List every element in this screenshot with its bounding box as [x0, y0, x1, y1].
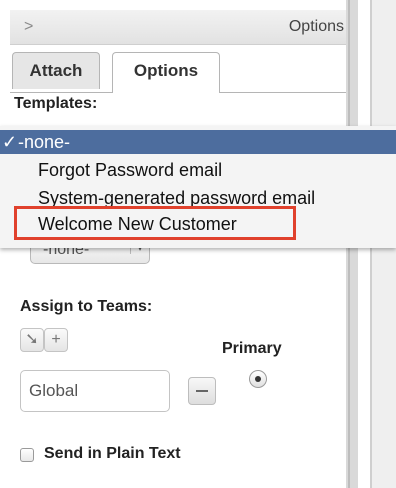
add-team-button[interactable]: +: [44, 328, 68, 352]
option-label: -none-: [18, 132, 71, 152]
tab-options[interactable]: Options: [112, 52, 220, 93]
panel-title: Options: [288, 18, 344, 35]
template-option-none[interactable]: ✓ -none-: [0, 130, 396, 154]
plus-icon: +: [51, 331, 61, 348]
template-option-forgot-password[interactable]: Forgot Password email: [0, 158, 396, 182]
plain-text-checkbox[interactable]: [20, 448, 34, 462]
primary-label: Primary: [222, 340, 282, 357]
templates-label: Templates:: [14, 95, 98, 112]
team-input[interactable]: Global: [20, 370, 170, 412]
cursor-arrow-icon: ➘: [25, 331, 39, 348]
highlight-box: [14, 206, 296, 240]
option-label: Forgot Password email: [38, 160, 223, 180]
select-team-button[interactable]: ➘: [20, 328, 44, 352]
remove-team-button[interactable]: [188, 377, 216, 405]
team-input-value: Global: [29, 381, 79, 400]
chevron-right-icon[interactable]: >: [24, 18, 33, 36]
radio-dot: [255, 376, 261, 382]
primary-radio[interactable]: [249, 370, 267, 388]
assign-teams-label: Assign to Teams:: [20, 298, 153, 315]
check-icon: ✓: [2, 132, 18, 152]
tab-bar: Attach Options: [10, 52, 346, 93]
panel-header: > Options: [10, 10, 346, 45]
tab-attach[interactable]: Attach: [12, 52, 100, 89]
plain-text-label: Send in Plain Text: [44, 445, 181, 462]
minus-icon: [196, 390, 208, 392]
